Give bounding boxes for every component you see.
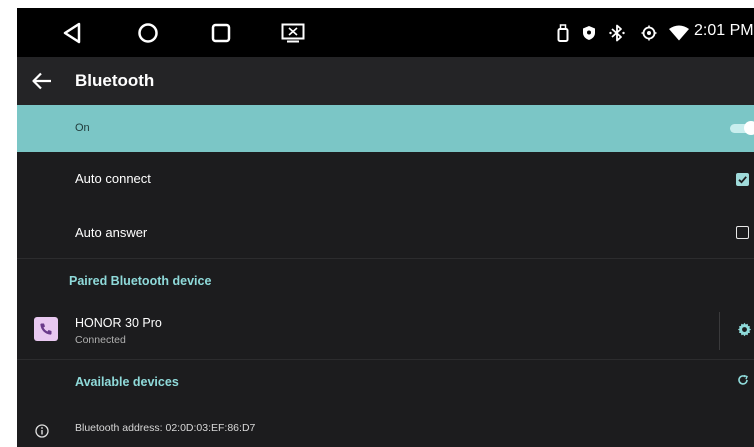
recents-square-icon[interactable] [207,19,235,47]
bluetooth-address-text: Bluetooth address: 02:0D:03:EF:86:D7 [75,422,256,434]
device-name: HONOR 30 Pro [75,316,162,330]
status-clock: 2:01 PM [694,22,754,39]
app-bar: Bluetooth [17,57,754,105]
screen-cast-icon[interactable] [279,19,307,47]
info-icon [35,424,49,438]
bluetooth-icon [608,23,626,43]
auto-connect-label: Auto connect [75,171,151,186]
gps-icon [640,23,658,43]
auto-answer-label: Auto answer [75,225,148,240]
back-triangle-icon[interactable] [58,19,86,47]
gear-icon[interactable] [736,321,752,337]
home-circle-icon[interactable] [134,19,162,47]
auto-answer-checkbox[interactable] [736,226,749,239]
refresh-icon[interactable] [736,373,750,387]
checkmark-icon [738,176,747,184]
status-bar: 2:01 PM [17,8,754,57]
paired-device-row[interactable]: HONOR 30 Pro Connected [17,304,754,360]
bluetooth-toggle-label: On [75,122,90,134]
auto-connect-row[interactable]: Auto connect [17,152,754,206]
android-screen: 2:01 PM Bluetooth On Auto connect Auto a… [17,8,754,447]
divider [719,312,720,350]
paired-devices-header: Paired Bluetooth device [69,274,212,288]
bluetooth-toggle-row[interactable]: On [17,105,754,152]
auto-connect-checkbox[interactable] [736,173,749,186]
page-title: Bluetooth [75,71,155,90]
toggle-thumb[interactable] [744,121,754,135]
usb-icon [554,23,572,43]
phone-icon [34,317,58,341]
available-devices-header: Available devices [75,375,179,389]
location-shield-icon [580,23,598,43]
arrow-left-icon[interactable] [29,69,55,93]
wifi-icon [668,23,690,43]
auto-answer-row[interactable]: Auto answer [17,206,754,259]
device-status: Connected [75,334,126,346]
